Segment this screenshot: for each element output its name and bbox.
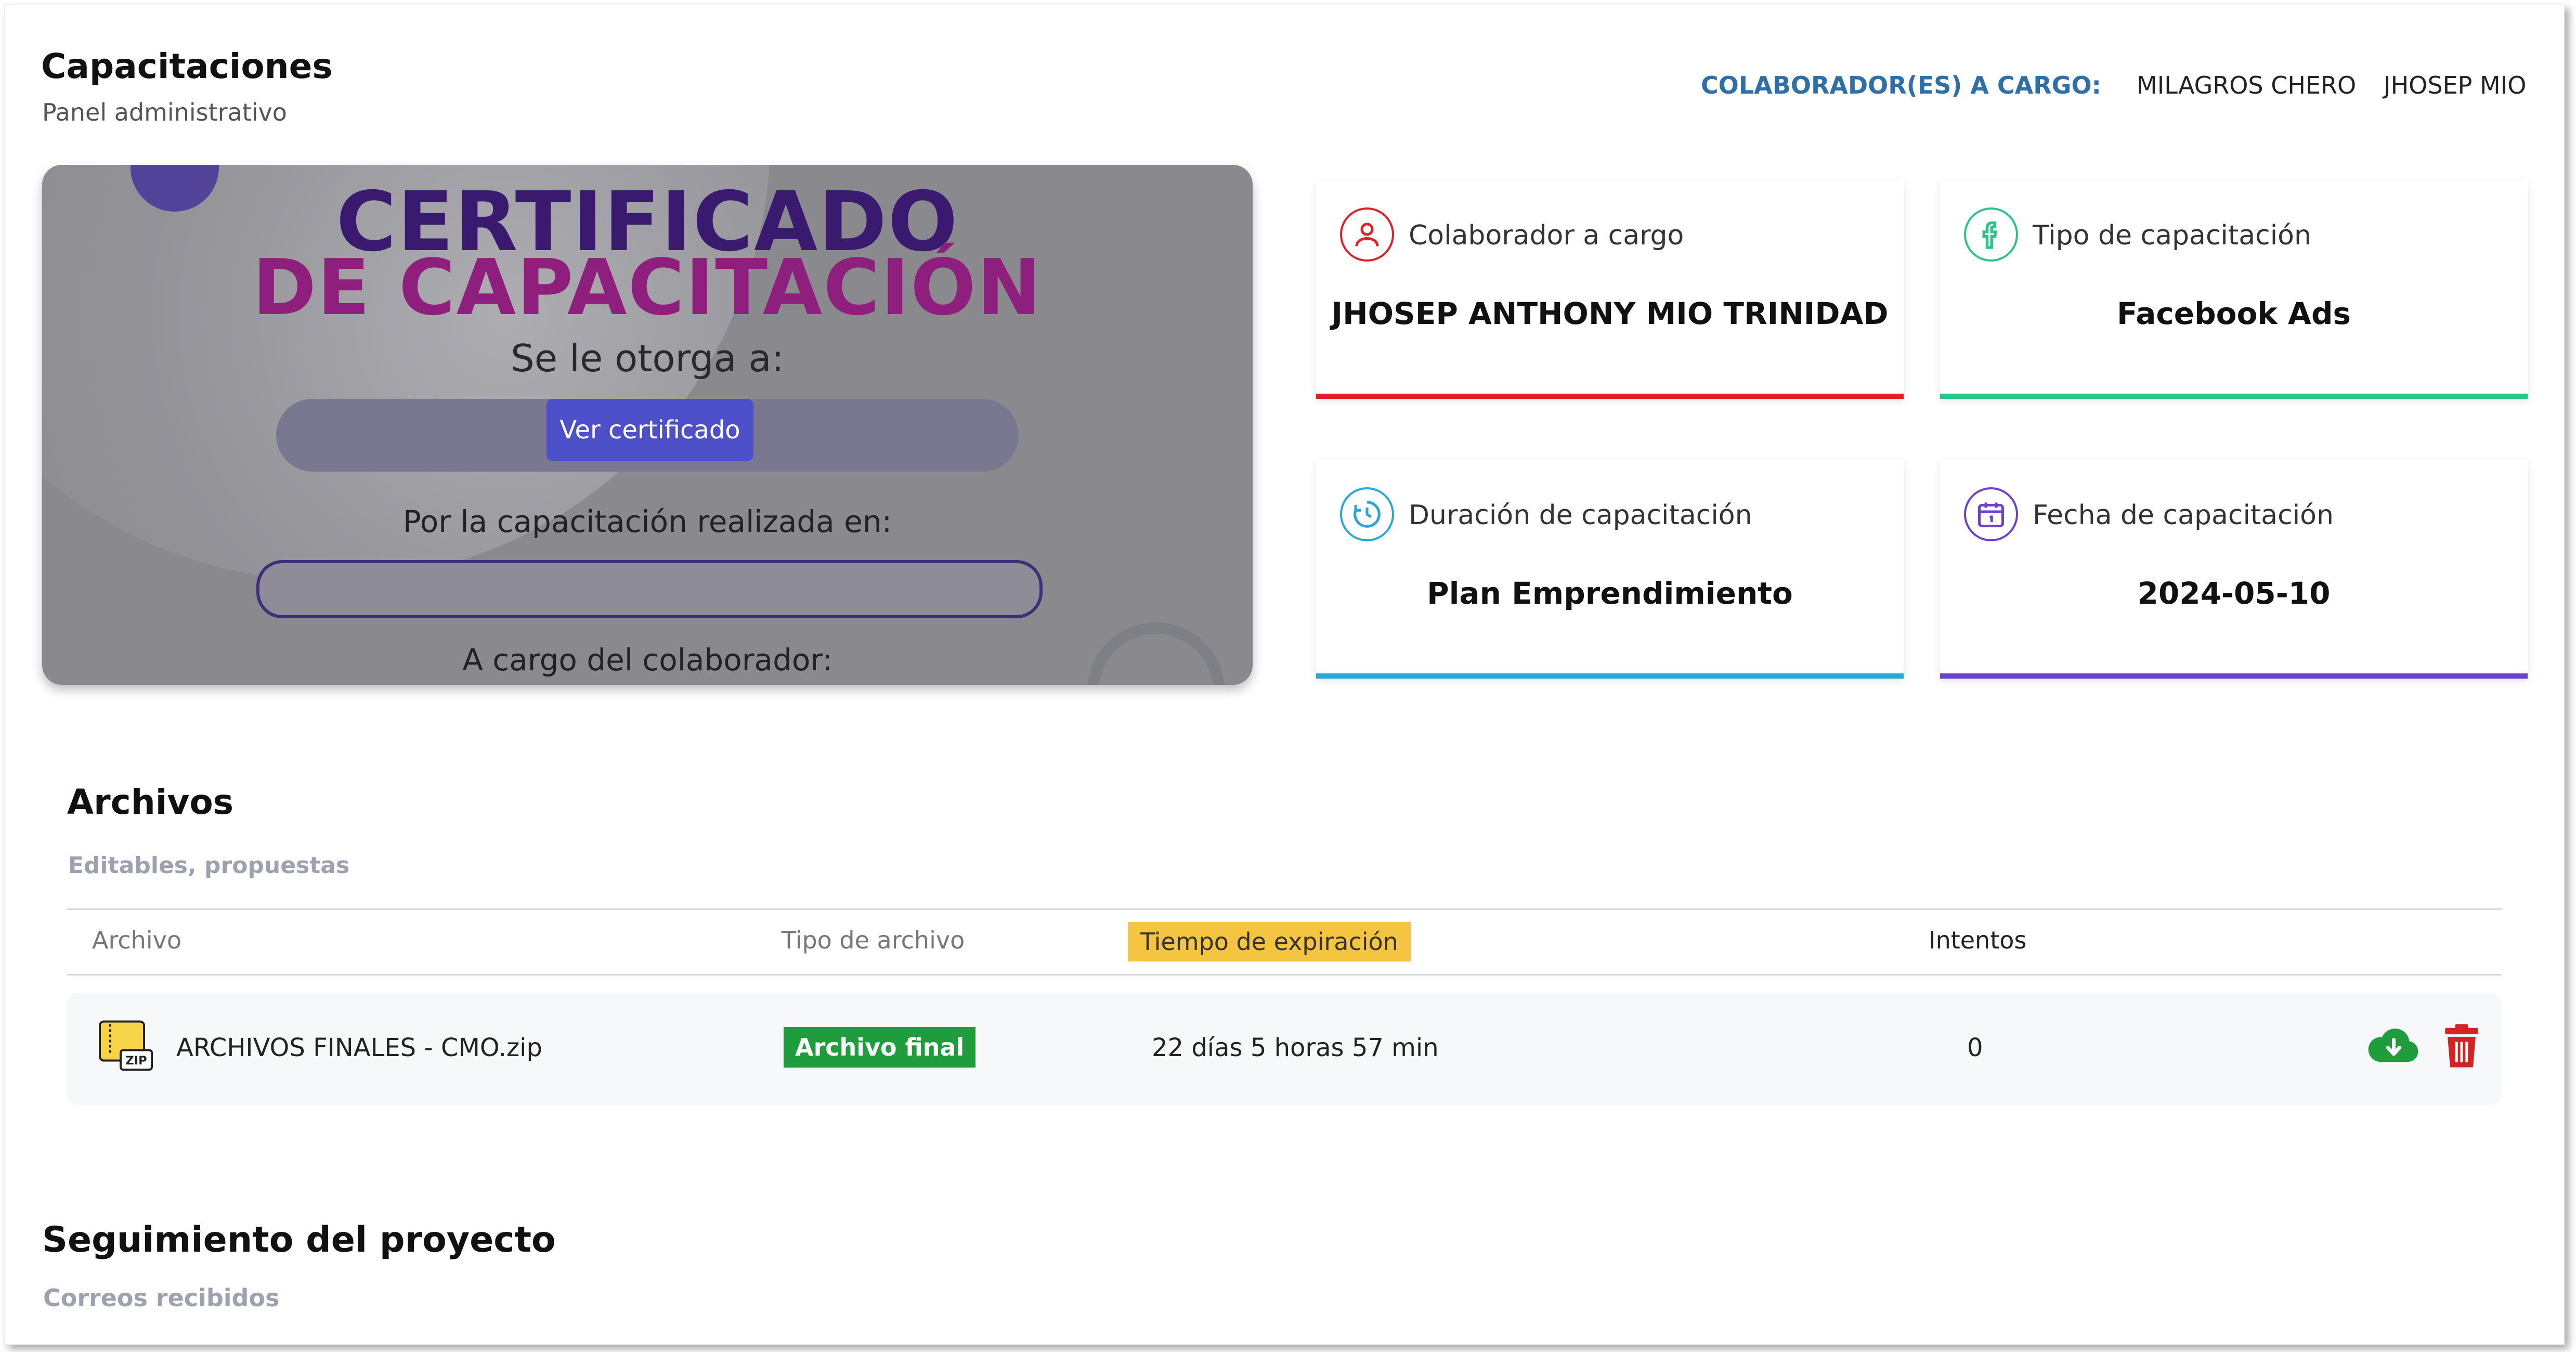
column-header-expiration: Tiempo de expiración	[1128, 922, 1411, 961]
view-certificate-button[interactable]: Ver certificado	[547, 399, 753, 461]
collaborators-label: COLABORADOR(ES) A CARGO:	[1701, 71, 2101, 99]
column-header-attempts: Intentos	[1929, 926, 2027, 954]
card-accent-bar	[1940, 394, 2528, 399]
card-training-type: Tipo de capacitación Facebook Ads	[1940, 180, 2528, 399]
file-type-badge: Archivo final	[784, 1027, 976, 1068]
tracking-section-subtitle: Correos recibidos	[43, 1284, 280, 1312]
files-section-title: Archivos	[67, 782, 234, 822]
trash-icon[interactable]	[2443, 1023, 2480, 1069]
card-collaborator: Colaborador a cargo JHOSEP ANTHONY MIO T…	[1316, 180, 1904, 399]
app-window: Capacitaciones Panel administrativo COLA…	[4, 4, 2565, 1345]
files-section-subtitle: Editables, propuestas	[68, 852, 350, 879]
certificate-preview: CERTIFICADO DE CAPACITACIÓN Se le otorga…	[42, 165, 1253, 685]
cloud-download-icon[interactable]	[2366, 1023, 2418, 1070]
collaborator-name: MILAGROS CHERO	[2137, 71, 2357, 99]
card-value: 2024-05-10	[2137, 576, 2331, 611]
card-accent-bar	[1316, 394, 1904, 399]
page-title: Capacitaciones	[41, 46, 333, 86]
user-icon	[1340, 207, 1394, 262]
card-label: Fecha de capacitación	[2033, 500, 2334, 531]
card-value: JHOSEP ANTHONY MIO TRINIDAD	[1331, 296, 1889, 331]
file-expiration: 22 días 5 horas 57 min	[1152, 1033, 1439, 1062]
card-label: Tipo de capacitación	[2033, 220, 2311, 251]
card-accent-bar	[1316, 673, 1904, 679]
table-divider	[67, 974, 2502, 976]
certificate-granted-to: Se le otorga a:	[511, 336, 784, 380]
card-accent-bar	[1940, 673, 2528, 679]
collaborator-name: JHOSEP MIO	[2384, 71, 2527, 99]
timer-icon	[1340, 487, 1394, 541]
file-name: ARCHIVOS FINALES - CMO.zip	[176, 1033, 542, 1062]
table-divider	[67, 908, 2502, 910]
svg-text:ZIP: ZIP	[125, 1054, 147, 1068]
tracking-section-title: Seguimiento del proyecto	[42, 1219, 556, 1260]
card-value: Facebook Ads	[2117, 296, 2351, 331]
card-value: Plan Emprendimiento	[1427, 576, 1793, 611]
certificate-collaborator-label: A cargo del colaborador:	[462, 642, 832, 678]
card-label: Duración de capacitación	[1409, 500, 1752, 531]
column-header-type: Tipo de archivo	[782, 926, 965, 954]
card-date: Fecha de capacitación 2024-05-10	[1940, 460, 2528, 679]
certificate-subtitle: DE CAPACITACIÓN	[252, 243, 1043, 332]
page-subtitle: Panel administrativo	[42, 98, 287, 126]
zip-file-icon: ZIP	[97, 1019, 154, 1074]
card-label: Colaborador a cargo	[1409, 220, 1684, 251]
facebook-icon	[1964, 207, 2018, 262]
calendar-icon	[1964, 487, 2018, 541]
card-duration: Duración de capacitación Plan Emprendimi…	[1316, 460, 1904, 679]
certificate-training-field	[256, 560, 1043, 618]
certificate-training-label: Por la capacitación realizada en:	[402, 504, 892, 539]
column-header-file: Archivo	[92, 926, 181, 954]
file-attempts: 0	[1967, 1033, 1983, 1062]
